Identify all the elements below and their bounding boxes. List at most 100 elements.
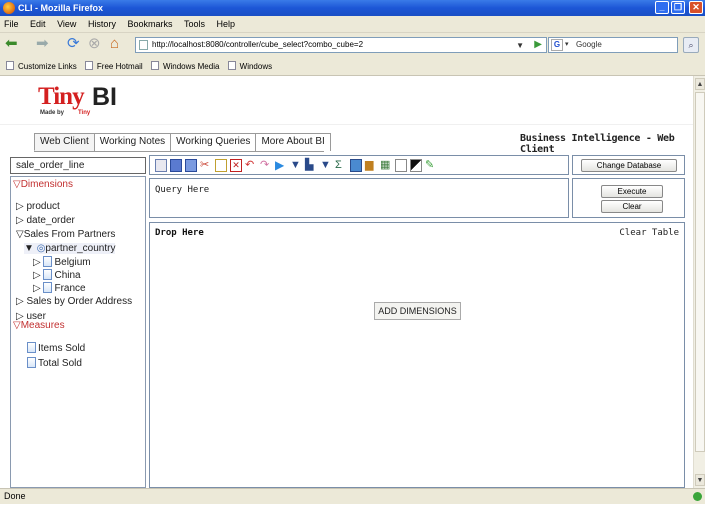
expand-arrow-icon: ▷ [33,270,44,281]
stop-icon[interactable]: ⊗ [88,33,101,55]
undo-icon[interactable]: ↶ [245,159,257,172]
collapse-arrow-icon: ▼ [24,243,37,254]
minimize-button[interactable]: _ [655,1,669,14]
tree-item-belgium[interactable]: ▷ Belgium [33,256,91,268]
vertical-scrollbar[interactable]: ▲ ▼ [693,76,705,488]
expand-arrow-icon: ▷ [16,201,27,212]
page-setup-icon[interactable] [395,159,407,172]
app-title: Business Intelligence - Web Client [520,133,675,155]
tree-item-france[interactable]: ▷ France [33,282,86,294]
copy-icon[interactable] [215,159,227,172]
window-title: CLI - Mozilla Firefox [18,3,104,13]
clear-button[interactable]: Clear [601,200,663,213]
chart-icon[interactable]: ▆ [365,159,377,172]
collapse-arrow-icon: ▽ [13,320,21,331]
change-database-box: Change Database [572,155,685,175]
bookmark-icon [150,61,159,70]
search-engine-dropdown-icon[interactable]: ▾ [565,38,569,52]
drop-here-label: Drop Here [155,228,204,238]
table-icon[interactable] [350,159,362,172]
tree-item-partner-country[interactable]: ▼ ◎partner_country [24,243,116,254]
document-icon [43,282,53,293]
app-tabs: Web Client Working Notes Working Queries… [34,133,331,151]
play-icon[interactable]: ▶ [275,159,287,172]
tab-web-client[interactable]: Web Client [34,133,95,151]
measures-heading[interactable]: ▽Measures [13,320,65,331]
bookmark-windows-media[interactable]: Windows Media [150,58,219,76]
save-as-icon[interactable] [185,159,197,172]
search-input[interactable]: G ▾ Google [548,37,678,53]
menu-tools[interactable]: Tools [184,19,205,29]
tree-item-sales-by-order-address[interactable]: ▷ Sales by Order Address [16,296,132,307]
go-icon[interactable]: ▶ [534,38,542,52]
bookmark-free-hotmail[interactable]: Free Hotmail [84,58,143,76]
expand-arrow-icon: ▷ [16,296,27,307]
status-ok-icon [693,492,702,501]
bookmarks-toolbar: Customize Links Free Hotmail Windows Med… [0,58,705,76]
url-text: http://localhost:8080/controller/cube_se… [152,40,364,49]
cube-select[interactable]: sale_order_line [10,157,146,174]
menu-edit[interactable]: Edit [30,19,46,29]
scroll-up-icon[interactable]: ▲ [695,78,705,90]
add-dimensions-button[interactable]: ADD DIMENSIONS [374,302,461,320]
menu-file[interactable]: File [4,19,19,29]
execute-button[interactable]: Execute [601,185,663,198]
menu-view[interactable]: View [57,19,76,29]
menu-bookmarks[interactable]: Bookmarks [127,19,172,29]
contrast-icon[interactable] [410,159,422,172]
save-icon[interactable] [170,159,182,172]
change-database-button[interactable]: Change Database [581,159,677,172]
maximize-button[interactable]: ❐ [671,1,685,14]
firefox-icon [3,2,15,14]
bookmark-windows[interactable]: Windows [227,58,272,76]
address-bar[interactable]: http://localhost:8080/controller/cube_se… [135,37,547,53]
back-icon[interactable]: ⬅ [5,33,18,55]
close-button[interactable]: ✕ [689,1,703,14]
tree-item-date-order[interactable]: ▷ date_order [16,215,75,226]
sum-icon[interactable]: Σ [335,159,347,172]
url-dropdown-icon[interactable]: ▼ [516,39,524,53]
tree-item-sales-from-partners[interactable]: ▽Sales From Partners [16,229,115,240]
bookmark-icon [6,61,14,70]
filter-icon[interactable]: ▼ [290,159,302,172]
forward-icon[interactable]: ➡ [36,33,49,55]
tab-working-notes[interactable]: Working Notes [93,133,172,151]
reload-icon[interactable]: ⟳ [67,33,80,55]
collapse-arrow-icon: ▽ [13,179,21,190]
home-icon[interactable]: ⌂ [110,33,119,55]
query-toolbar: ✂ ✕ ↶ ↷ ▶ ▼ ▙ ▼ Σ ▆ ▦ ✎ [149,155,569,175]
bookmark-customize-links[interactable]: Customize Links [6,58,77,76]
tinybi-logo: Tiny BI Made by Tiny [38,83,117,116]
clear-table-link[interactable]: Clear Table [619,228,679,238]
search-placeholder: Google [576,40,602,49]
tree-item-china[interactable]: ▷ China [33,269,81,281]
tab-underline [34,151,324,152]
scrollbar-thumb[interactable] [695,92,705,452]
expand-arrow-icon: ▷ [33,283,44,294]
new-query-icon[interactable] [155,159,167,172]
document-icon [27,357,36,368]
document-icon [43,256,53,267]
menu-help[interactable]: Help [217,19,236,29]
cut-icon[interactable]: ✂ [200,159,212,172]
drop-zone[interactable]: Drop Here Clear Table ADD DIMENSIONS [149,222,685,488]
tree-item-items-sold[interactable]: Items Sold [27,342,85,354]
scroll-down-icon[interactable]: ▼ [695,474,705,486]
edit-icon[interactable]: ✎ [425,159,437,172]
tree-item-total-sold[interactable]: Total Sold [27,357,82,369]
grid-icon[interactable]: ▦ [380,159,392,172]
navigation-toolbar: ⬅ ➡ ⟳ ⊗ ⌂ http://localhost:8080/controll… [0,33,705,58]
tab-more-about-bi[interactable]: More About BI [255,133,331,151]
tab-working-queries[interactable]: Working Queries [170,133,257,151]
query-input[interactable]: Query Here [149,178,569,218]
menu-history[interactable]: History [88,19,116,29]
sort-icon[interactable]: ▼ [320,159,332,172]
google-icon[interactable]: G [551,39,563,51]
search-go-icon[interactable]: ⌕ [683,37,699,53]
dimensions-heading[interactable]: ▽Dimensions [13,179,73,190]
header-divider [0,124,693,125]
tree-item-product[interactable]: ▷ product [16,201,60,212]
print-icon[interactable]: ▙ [305,159,317,172]
redo-icon[interactable]: ↷ [260,159,272,172]
delete-icon[interactable]: ✕ [230,159,242,172]
